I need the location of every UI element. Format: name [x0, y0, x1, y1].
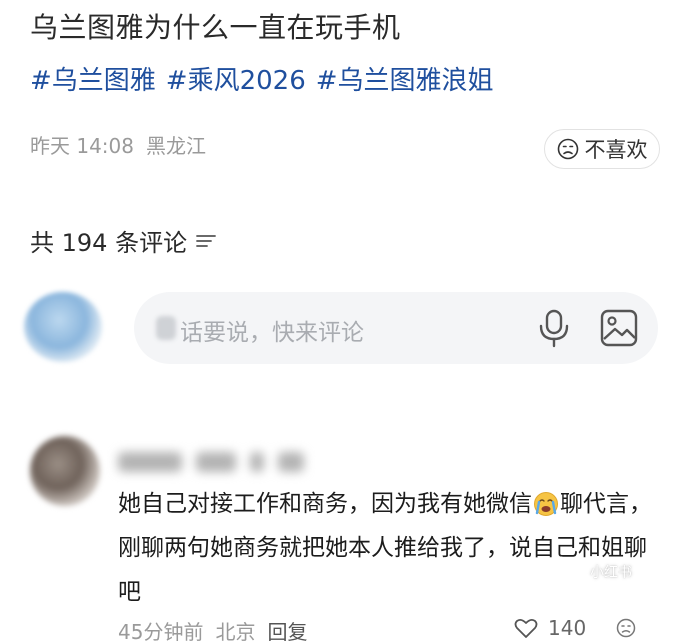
- comment-time: 45分钟前: [118, 620, 204, 643]
- user-avatar[interactable]: [24, 292, 102, 362]
- post-time: 昨天 14:08: [30, 134, 134, 158]
- crying-face-emoji: [534, 492, 558, 516]
- heart-icon: [514, 618, 538, 638]
- tag-wulantuya[interactable]: #乌兰图雅: [30, 60, 156, 97]
- image-icon[interactable]: [599, 308, 639, 348]
- comment-input-placeholder: 话要说，快来评论: [180, 320, 364, 346]
- sad-face-icon: [557, 138, 578, 160]
- comment-count-text: 共 194 条评论: [30, 229, 188, 257]
- commenter-name-blurred[interactable]: [118, 448, 338, 476]
- comment-text-part1: 她自己对接工作和商务，因为我有她微信: [118, 491, 532, 517]
- dislike-label: 不喜欢: [584, 138, 648, 162]
- reply-button[interactable]: 回复: [267, 616, 307, 643]
- input-placeholder-blur: [156, 316, 176, 340]
- comment-extra-actions[interactable]: [616, 618, 636, 638]
- comment-count: 共 194 条评论: [30, 223, 217, 258]
- post-location: 黑龙江: [146, 134, 206, 158]
- like-button[interactable]: 140: [514, 616, 586, 640]
- tag-list: #乌兰图雅 #乘风2026 #乌兰图雅浪姐: [30, 60, 494, 97]
- sort-lines-icon[interactable]: [195, 232, 217, 250]
- comment-body: 她自己对接工作和商务，因为我有她微信 聊代言，刚聊两句她商务就把她本人推给我了，…: [118, 482, 666, 614]
- tag-langjie[interactable]: #乌兰图雅浪姐: [316, 60, 494, 97]
- tag-chengfeng[interactable]: #乘风2026: [166, 60, 306, 97]
- comment-location: 北京: [215, 620, 256, 643]
- post-title: 乌兰图雅为什么一直在玩手机: [30, 11, 401, 44]
- comment-meta: 45分钟前 北京 回复: [118, 616, 307, 643]
- comment-input[interactable]: 话要说，快来评论: [134, 292, 658, 364]
- dislike-button[interactable]: 不喜欢: [544, 129, 660, 169]
- post-meta: 昨天 14:08 黑龙江: [30, 130, 206, 159]
- commenter-avatar[interactable]: [30, 436, 100, 506]
- like-count: 140: [548, 616, 587, 640]
- xiaohongshu-watermark: 小红书: [590, 565, 632, 581]
- sad-face-icon[interactable]: [616, 618, 636, 638]
- microphone-icon[interactable]: [536, 308, 572, 348]
